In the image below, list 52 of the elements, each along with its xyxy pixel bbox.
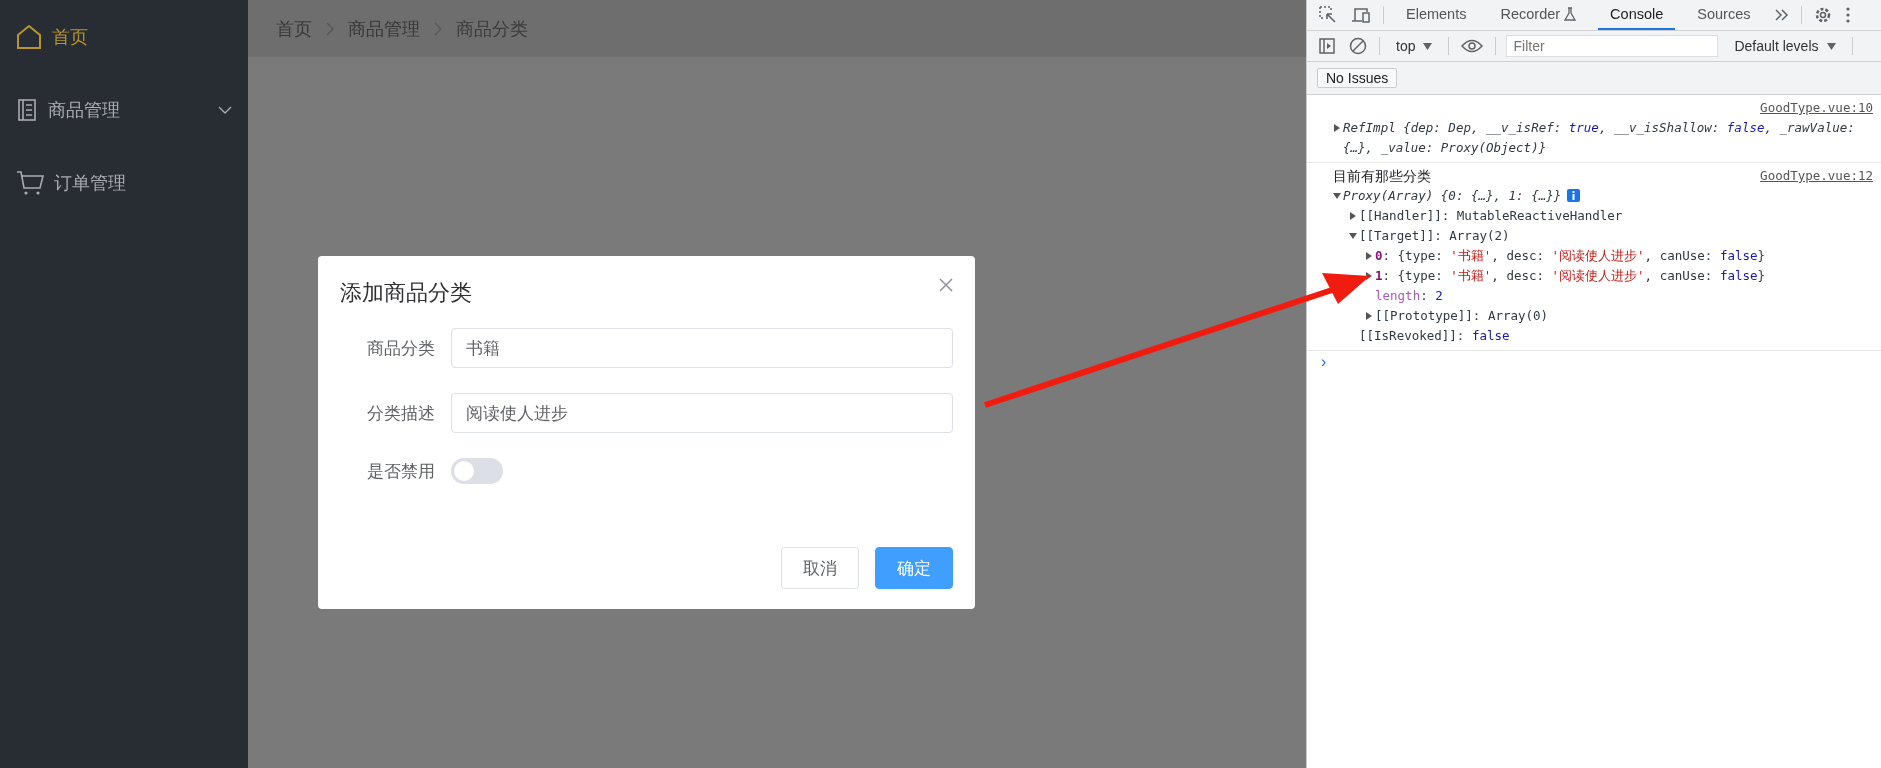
expanded-triangle-icon[interactable] bbox=[1333, 192, 1341, 200]
close-button[interactable] bbox=[937, 276, 955, 294]
devtools-tab[interactable]: Elements bbox=[1394, 0, 1479, 30]
collapsed-triangle-icon[interactable] bbox=[1333, 124, 1341, 132]
text-input[interactable]: 书籍 bbox=[451, 328, 953, 368]
source-link[interactable]: GoodType.vue:10 bbox=[1760, 98, 1873, 118]
console-prompt[interactable]: › bbox=[1307, 351, 1881, 373]
dropdown-caret-icon bbox=[1826, 42, 1836, 50]
field-label: 商品分类 bbox=[366, 337, 436, 360]
source-link[interactable]: GoodType.vue:12 bbox=[1760, 166, 1873, 186]
cancel-button[interactable]: 取消 bbox=[781, 547, 859, 589]
console-line: Proxy(Array) {0: {…}, 1: {…}} bbox=[1343, 187, 1562, 205]
text-input[interactable]: 阅读使人进步 bbox=[451, 393, 953, 433]
chevron-right-icon bbox=[434, 21, 442, 36]
more-tabs-icon[interactable] bbox=[1772, 7, 1791, 23]
field-label: 分类描述 bbox=[366, 402, 436, 425]
menu-item[interactable]: 首页 bbox=[0, 0, 248, 73]
sidebar-toggle-icon[interactable] bbox=[1317, 36, 1337, 56]
document-icon bbox=[16, 97, 38, 122]
levels-dropdown[interactable]: Default levels bbox=[1728, 37, 1842, 55]
console-line: [[Target]]: Array(2) bbox=[1359, 227, 1510, 245]
cart-icon bbox=[16, 169, 44, 196]
console-line: 1: {type: '书籍', desc: '阅读使人进步', canUse: false} bbox=[1375, 267, 1766, 285]
eye-icon[interactable] bbox=[1459, 37, 1486, 55]
collapsed-triangle-icon[interactable] bbox=[1365, 312, 1373, 320]
expanded-triangle-icon[interactable] bbox=[1349, 232, 1357, 240]
console-line: [[Handler]]: MutableReactiveHandler bbox=[1359, 207, 1623, 225]
context-selector[interactable]: top bbox=[1390, 37, 1439, 55]
flask-icon bbox=[1564, 7, 1577, 21]
devtools-tab[interactable]: Sources bbox=[1685, 0, 1763, 30]
console-line: 0: {type: '书籍', desc: '阅读使人进步', canUse: false} bbox=[1375, 247, 1766, 265]
console-line: length: 2 bbox=[1375, 287, 1443, 305]
field-label: 是否禁用 bbox=[366, 460, 436, 483]
toggle-switch[interactable] bbox=[451, 458, 503, 484]
devtools-tab[interactable]: Recorder bbox=[1488, 0, 1589, 30]
clear-icon[interactable] bbox=[1347, 35, 1369, 57]
menu-item[interactable]: 订单管理 bbox=[0, 146, 248, 219]
filter-field[interactable]: Filter bbox=[1506, 35, 1719, 57]
device-icon[interactable] bbox=[1349, 5, 1373, 25]
console-line: [[IsRevoked]]: false bbox=[1359, 327, 1510, 345]
console-line: [[Prototype]]: Array(0) bbox=[1375, 307, 1549, 325]
home-icon bbox=[16, 23, 42, 50]
chevron-right-icon bbox=[326, 21, 334, 36]
chevron-icon[interactable] bbox=[218, 105, 232, 114]
collapsed-triangle-icon[interactable] bbox=[1349, 212, 1357, 220]
console-message: 目前有那些分类 bbox=[1332, 167, 1431, 186]
console-line: RefImpl {dep: Dep, __v_isRef: true, __v_isShallow: false, _rawValue: {…}, _value: Proxy(Object)} bbox=[1343, 119, 1856, 157]
dialog-title: 添加商品分类 bbox=[340, 279, 472, 307]
issues-button[interactable]: No Issues bbox=[1317, 68, 1398, 88]
collapsed-triangle-icon[interactable] bbox=[1365, 252, 1373, 260]
menu-item[interactable]: 商品管理 bbox=[0, 73, 248, 146]
dropdown-caret-icon bbox=[1423, 42, 1433, 50]
